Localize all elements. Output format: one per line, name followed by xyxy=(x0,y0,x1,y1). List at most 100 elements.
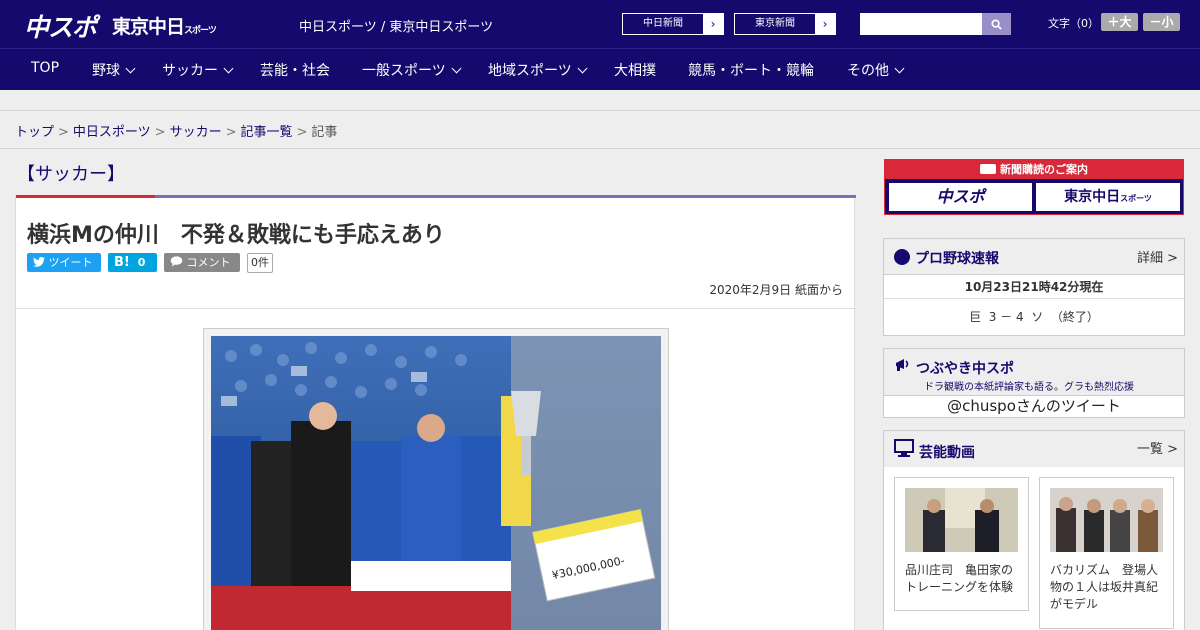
breadcrumb-bar: トップ > 中日スポーツ > サッカー > 記事一覧 > 記事 xyxy=(0,111,1200,149)
video-title: 芸能動画 xyxy=(919,445,975,461)
entertainment-video-box: 芸能動画 一覧 > 品川庄司 亀田家のトレーニングを体験 バカリズム 登場人物の… xyxy=(883,430,1185,630)
nav-label: その他 xyxy=(847,63,889,79)
article-top-border xyxy=(16,195,856,198)
breadcrumb-article-list[interactable]: 記事一覧 xyxy=(241,125,293,140)
megaphone-icon xyxy=(896,359,909,371)
nav-label: 大相撲 xyxy=(614,63,656,79)
video-thumbnail xyxy=(1050,488,1163,552)
baseball-header: プロ野球速報 詳細 > xyxy=(884,239,1184,275)
nav-soccer[interactable]: サッカー xyxy=(162,60,234,80)
comment-button[interactable]: コメント xyxy=(164,253,240,272)
font-size-label: 文字（0） xyxy=(1048,17,1099,30)
nav-sumo[interactable]: 大相撲 xyxy=(614,60,656,80)
logo-sports-text: スポーツ xyxy=(184,26,217,36)
nav-other[interactable]: その他 xyxy=(847,60,905,80)
baseball-details-link[interactable]: 詳細 > xyxy=(1137,247,1178,266)
nav-label: 野球 xyxy=(92,63,120,79)
article-photo[interactable]: ¥30,000,000- xyxy=(211,336,661,630)
nav-entertainment-society[interactable]: 芸能・社会 xyxy=(260,60,330,80)
baseball-title: プロ野球速報 xyxy=(915,251,999,267)
tweets-subtitle: ドラ観戦の本紙評論家も語る。グラも熱烈応援 xyxy=(924,382,1134,393)
nav-label: 地域スポーツ xyxy=(488,63,572,79)
video-item[interactable]: バカリズム 登場人物の１人は坂井真紀がモデル xyxy=(1039,477,1174,629)
nav-racing[interactable]: 競馬・ボート・競輪 xyxy=(688,60,814,80)
nav-label: 一般スポーツ xyxy=(362,63,446,79)
nav-label: 競馬・ボート・競輪 xyxy=(688,63,814,79)
breadcrumb: トップ > 中日スポーツ > サッカー > 記事一覧 > 記事 xyxy=(15,121,337,140)
site-logo-chuspo[interactable]: 中スポ xyxy=(24,8,97,44)
breadcrumb-separator: > xyxy=(154,125,166,140)
video-thumbnail xyxy=(905,488,1018,552)
header-bar: 中スポ 東京中日スポーツ 中日スポーツ / 東京中日スポーツ 中日新聞 › 東京… xyxy=(0,0,1200,48)
breadcrumb-separator: > xyxy=(225,125,237,140)
subscribe-tokyo-chunichi[interactable]: 東京中日スポーツ xyxy=(1036,183,1180,211)
chevron-down-icon xyxy=(577,63,588,74)
hatena-count: 0 xyxy=(137,256,146,269)
video-caption: 品川庄司 亀田家のトレーニングを体験 xyxy=(905,563,1014,594)
speech-bubble-icon xyxy=(170,256,183,267)
site-tagline: 中日スポーツ / 東京中日スポーツ xyxy=(299,20,494,35)
chevron-down-icon xyxy=(125,63,136,74)
chevron-down-icon xyxy=(223,63,234,74)
subscribe-banner-header: 新聞購読のご案内 xyxy=(885,160,1183,179)
font-larger-button[interactable]: ＋大 xyxy=(1101,13,1138,31)
tokyo-shimbun-link[interactable]: 東京新聞 › xyxy=(734,13,836,35)
paper-link-label: 東京新聞 xyxy=(755,18,795,29)
baseball-updated: 10月23日21時42分現在 xyxy=(884,275,1184,299)
nav-general-sports[interactable]: 一般スポーツ xyxy=(362,60,462,80)
baseball-score-box: プロ野球速報 詳細 > 10月23日21時42分現在 巨 3 － 4 ソ （終了… xyxy=(883,238,1185,336)
font-smaller-button[interactable]: －小 xyxy=(1143,13,1180,31)
video-item[interactable]: 品川庄司 亀田家のトレーニングを体験 xyxy=(894,477,1029,611)
video-header: 芸能動画 一覧 > xyxy=(884,431,1184,467)
comment-count-badge: 0件 xyxy=(247,253,273,273)
nav-label: 芸能・社会 xyxy=(260,63,330,79)
tweets-title: つぶやき中スポ xyxy=(916,361,1014,377)
subscribe-tokyo-text: 東京中日 xyxy=(1064,189,1121,205)
paper-link-label: 中日新聞 xyxy=(643,18,683,29)
baseball-icon xyxy=(894,249,910,265)
baseball-score-link[interactable]: 巨 3 － 4 ソ （終了） xyxy=(884,305,1184,329)
nav-baseball[interactable]: 野球 xyxy=(92,60,136,80)
nav-label: TOP xyxy=(31,60,60,76)
article-divider xyxy=(16,308,856,309)
sub-bar xyxy=(0,90,1200,111)
breadcrumb-chunichi-sports[interactable]: 中日スポーツ xyxy=(73,125,151,140)
hatena-icon: B! xyxy=(114,255,130,270)
soccer-ceremony-photo: ¥30,000,000- xyxy=(211,336,661,630)
chevron-down-icon xyxy=(451,63,462,74)
subscribe-chuspo[interactable]: 中スポ xyxy=(889,183,1032,211)
article-card: 横浜Mの仲川 不発＆敗戦にも手応えあり ツイート B! 0 コメント 0件 20… xyxy=(15,195,856,630)
tweet-button[interactable]: ツイート xyxy=(27,253,101,272)
twitter-bird-icon xyxy=(33,257,45,267)
monitor-icon xyxy=(894,439,914,457)
search-button[interactable] xyxy=(982,13,1011,35)
article-photo-frame: ¥30,000,000- xyxy=(203,328,669,630)
newspaper-icon xyxy=(980,164,996,174)
breadcrumb-soccer[interactable]: サッカー xyxy=(170,125,222,140)
site-logo-tokyo-chunichi[interactable]: 東京中日スポーツ xyxy=(112,12,217,39)
chevron-right-icon: › xyxy=(703,14,723,34)
search-icon xyxy=(991,18,1002,30)
chevron-down-icon xyxy=(894,63,905,74)
nav-local-sports[interactable]: 地域スポーツ xyxy=(488,60,588,80)
article-top-border-accent xyxy=(16,195,155,198)
breadcrumb-separator: > xyxy=(58,125,69,140)
breadcrumb-separator: > xyxy=(296,125,308,140)
video-list-link[interactable]: 一覧 > xyxy=(1137,438,1178,457)
search-input[interactable] xyxy=(860,13,982,35)
hatena-bookmark-button[interactable]: B! 0 xyxy=(108,253,157,272)
breadcrumb-current: 記事 xyxy=(311,125,338,140)
chunichi-shimbun-link[interactable]: 中日新聞 › xyxy=(622,13,724,35)
subscribe-banner[interactable]: 新聞購読のご案内 中スポ 東京中日スポーツ xyxy=(884,159,1184,215)
article-date: 2020年2月9日 紙面から xyxy=(709,283,843,297)
chevron-right-icon: › xyxy=(815,14,835,34)
breadcrumb-top[interactable]: トップ xyxy=(15,125,54,140)
comment-label: コメント xyxy=(186,256,231,269)
tweet-label: ツイート xyxy=(48,256,93,269)
nav-top[interactable]: TOP xyxy=(31,60,59,76)
subscribe-title: 新聞購読のご案内 xyxy=(1000,163,1088,176)
tweets-box: つぶやき中スポ ドラ観戦の本紙評論家も語る。グラも熱烈応援 @chuspoさんの… xyxy=(883,348,1185,418)
chuspo-tweets-link[interactable]: @chuspoさんのツイート xyxy=(884,396,1184,417)
article-headline: 横浜Mの仲川 不発＆敗戦にも手応えあり xyxy=(27,223,445,248)
nav-label: サッカー xyxy=(162,63,218,79)
